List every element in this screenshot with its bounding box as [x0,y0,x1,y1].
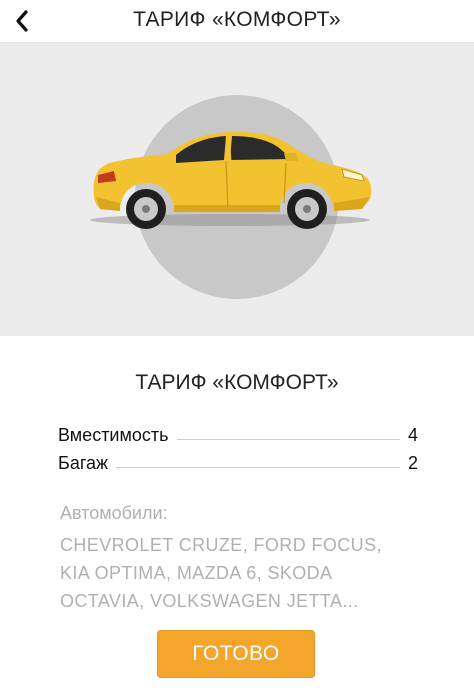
hero-image-area [0,43,474,336]
spec-label: Вместимость [58,425,169,445]
cars-list-line: OCTAVIA, VOLKSWAGEN JETTA... [60,591,359,611]
dotted-leader [116,467,400,468]
spec-value: 4 [407,425,418,445]
cars-list: CHEVROLET CRUZE, FORD FOCUS, KIA OPTIMA,… [60,531,440,615]
cars-label: Автомобили: [60,503,168,523]
yellow-sedan-car-image [90,131,372,229]
done-button[interactable]: ГОТОВО [157,630,315,678]
spec-row-luggage: Багаж 2 [58,448,418,474]
cars-list-line: CHEVROLET CRUZE, FORD FOCUS, [60,535,382,555]
spec-row-capacity: Вместимость 4 [58,420,418,446]
page-title: ТАРИФ «КОМФОРТ» [133,8,341,31]
cars-list-line: KIA OPTIMA, MAZDA 6, SKODA [60,563,333,583]
dotted-leader [176,439,400,440]
tariff-title: ТАРИФ «КОМФОРТ» [135,371,339,394]
spec-label: Багаж [58,453,109,473]
spec-value: 2 [407,453,418,473]
top-bar: ТАРИФ «КОМФОРТ» [0,0,474,43]
